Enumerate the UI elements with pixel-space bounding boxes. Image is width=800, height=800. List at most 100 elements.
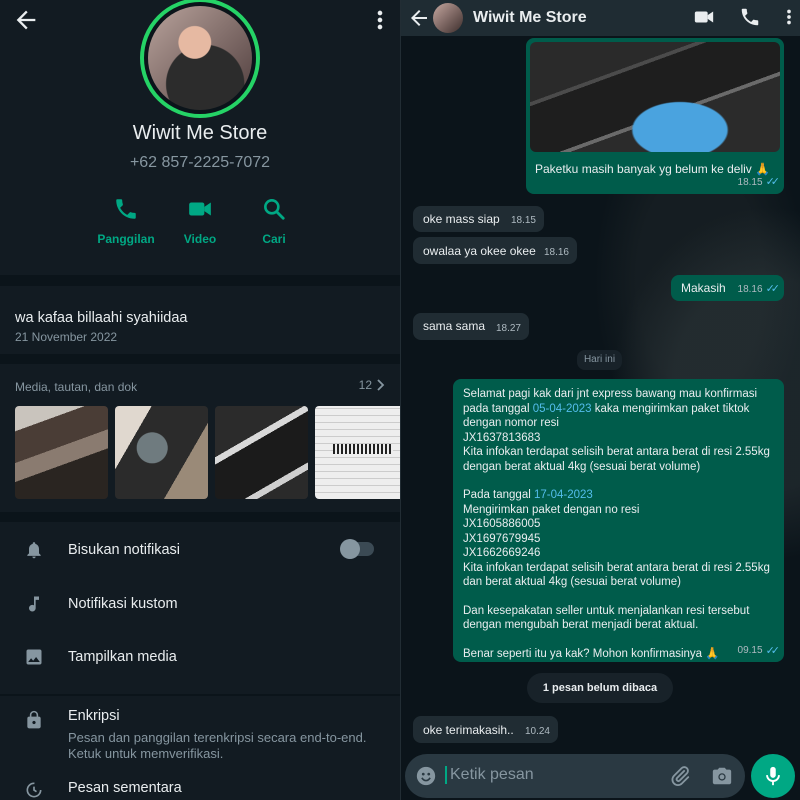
incoming-message[interactable]: owalaa ya okee okee 18.16 [413, 237, 577, 264]
day-divider: Hari ini [577, 350, 622, 370]
incoming-message[interactable]: sama sama 18.27 [413, 313, 529, 340]
outgoing-message[interactable]: Makasih 18.16 ✓✓ [671, 275, 784, 301]
settings-section: Bisukan notifikasi Notifikasi kustom Tam… [0, 522, 400, 694]
media-count-link[interactable]: 12 [359, 378, 386, 392]
read-ticks-icon: ✓✓ [765, 644, 781, 657]
toggle-knob [340, 539, 360, 559]
about-text: wa kafaa billaahi syahiidaa [15, 310, 188, 326]
media-thumbnail[interactable] [115, 406, 208, 499]
chat-avatar[interactable] [433, 3, 463, 33]
custom-notifications-label: Notifikasi kustom [68, 596, 178, 612]
incoming-message[interactable]: oke mass siap 18.15 [413, 206, 544, 232]
show-media-row[interactable]: Tampilkan media [0, 637, 400, 677]
message-time: 09.15 ✓✓ [737, 644, 781, 657]
message-line: Mengirimkan paket dengan no resi [463, 503, 640, 516]
avatar-photo [148, 6, 252, 110]
message-line: JX1697679945 [463, 532, 541, 545]
call-label: Panggilan [97, 232, 155, 246]
contact-name: Wiwit Me Store [132, 122, 268, 144]
timer-icon [26, 782, 42, 798]
back-arrow-icon[interactable] [407, 6, 431, 30]
lock-icon [27, 710, 41, 729]
message-line: Selamat pagi kak dari jnt express bawang… [463, 388, 758, 400]
disappearing-messages-row[interactable]: Pesan sementara [0, 778, 400, 800]
message-time: 18.16 ✓✓ [737, 283, 781, 295]
paperclip-icon[interactable] [669, 765, 691, 787]
search-button[interactable]: Cari [238, 196, 310, 246]
contact-info-panel: Wiwit Me Store +62 857-2225-7072 Panggil… [0, 0, 400, 800]
contact-header: Wiwit Me Store +62 857-2225-7072 Panggil… [0, 0, 400, 275]
read-ticks-icon: ✓✓ [765, 283, 781, 295]
message-text: oke terimakasih.. [423, 723, 514, 737]
long-outgoing-message[interactable]: Selamat pagi kak dari jnt express bawang… [453, 379, 784, 662]
message-time: 18.15 [510, 215, 536, 226]
disappearing-messages-title: Pesan sementara [68, 780, 182, 796]
media-heading: Media, tautan, dan dok [15, 380, 138, 394]
call-button[interactable]: Panggilan [90, 196, 162, 246]
incoming-message[interactable]: oke terimakasih.. 10.24 [413, 716, 558, 743]
phone-icon [116, 199, 136, 219]
back-arrow-icon[interactable] [12, 6, 40, 34]
chat-contact-name[interactable]: Wiwit Me Store [473, 9, 587, 27]
mute-notifications-label: Bisukan notifikasi [68, 542, 181, 558]
mute-notifications-row[interactable]: Bisukan notifikasi [0, 530, 400, 570]
chevron-right-icon [377, 379, 385, 391]
about-date: 21 November 2022 [15, 330, 118, 344]
message-time: 18.15 ✓✓ [737, 176, 781, 188]
message-line: dengan nomor resi [463, 417, 559, 429]
emoji-icon[interactable] [415, 765, 437, 787]
encryption-row[interactable]: Enkripsi Pesan dan panggilan terenkripsi… [0, 708, 400, 770]
search-icon [264, 199, 285, 220]
message-line: dengan mengubah berat menjadi berat aktu… [463, 619, 699, 631]
bell-icon [27, 542, 41, 559]
message-line: JX1662669246 [463, 547, 541, 559]
image-message[interactable]: Paketku masih banyak yg belum ke deliv 🙏… [526, 38, 784, 194]
video-icon [189, 202, 211, 216]
media-thumbnails [15, 406, 400, 499]
message-composer: Ketik pesan [405, 754, 745, 798]
app-root: Wiwit Me Store +62 857-2225-7072 Panggil… [0, 0, 800, 800]
message-line: JX1605886005 [463, 518, 541, 530]
mute-toggle[interactable] [340, 539, 374, 559]
message-line: Kita infokan terdapat selisih berat anta… [463, 446, 770, 458]
message-time: 10.24 [524, 726, 550, 737]
media-thumbnail[interactable] [315, 406, 400, 499]
message-line: Kita infokan terdapat selisih berat anta… [463, 561, 770, 574]
message-text: owalaa ya okee okee [423, 244, 536, 258]
message-time: 18.27 [495, 323, 521, 334]
camera-icon[interactable] [711, 765, 733, 787]
about-section[interactable]: wa kafaa billaahi syahiidaa 21 November … [0, 286, 400, 354]
message-line: dengan berat aktual 4kg (sesuai berat vo… [463, 460, 701, 473]
message-input[interactable]: Ketik pesan [445, 766, 534, 784]
custom-notifications-row[interactable]: Notifikasi kustom [0, 584, 400, 624]
message-line: JX1637813683 [463, 431, 541, 444]
message-line: dan berat aktual 4kg (sesuai berat volum… [463, 576, 681, 588]
security-section: Enkripsi Pesan dan panggilan terenkripsi… [0, 696, 400, 800]
video-call-icon[interactable] [693, 6, 715, 28]
date-link[interactable]: 05-04-2023 [533, 403, 592, 415]
show-media-label: Tampilkan media [68, 649, 177, 665]
video-call-button[interactable]: Video [164, 196, 236, 246]
message-photo[interactable] [530, 42, 780, 152]
read-ticks-icon: ✓✓ [765, 176, 781, 188]
contact-phone: +62 857-2225-7072 [129, 154, 271, 171]
voice-call-icon[interactable] [739, 6, 761, 28]
search-label: Cari [262, 232, 286, 246]
media-thumbnail[interactable] [215, 406, 308, 499]
chat-header-actions [693, 6, 793, 28]
encryption-subtitle: Pesan dan panggilan terenkripsi secara e… [68, 730, 367, 761]
more-options-icon[interactable] [785, 6, 793, 28]
microphone-icon [766, 766, 780, 786]
voice-message-button[interactable] [751, 754, 795, 798]
chat-header: Wiwit Me Store [401, 0, 800, 36]
image-icon [26, 649, 42, 665]
message-text: oke mass siap [423, 212, 500, 226]
more-options-icon[interactable] [372, 6, 388, 34]
media-count: 12 [358, 378, 372, 392]
media-thumbnail[interactable] [15, 406, 108, 499]
date-link[interactable]: 17-04-2023 [534, 489, 593, 501]
message-line: Pada tanggal 17-04-2023 [463, 489, 593, 501]
avatar[interactable] [140, 0, 260, 118]
message-text: Makasih [681, 281, 726, 295]
media-section: Media, tautan, dan dok 12 [0, 364, 400, 512]
